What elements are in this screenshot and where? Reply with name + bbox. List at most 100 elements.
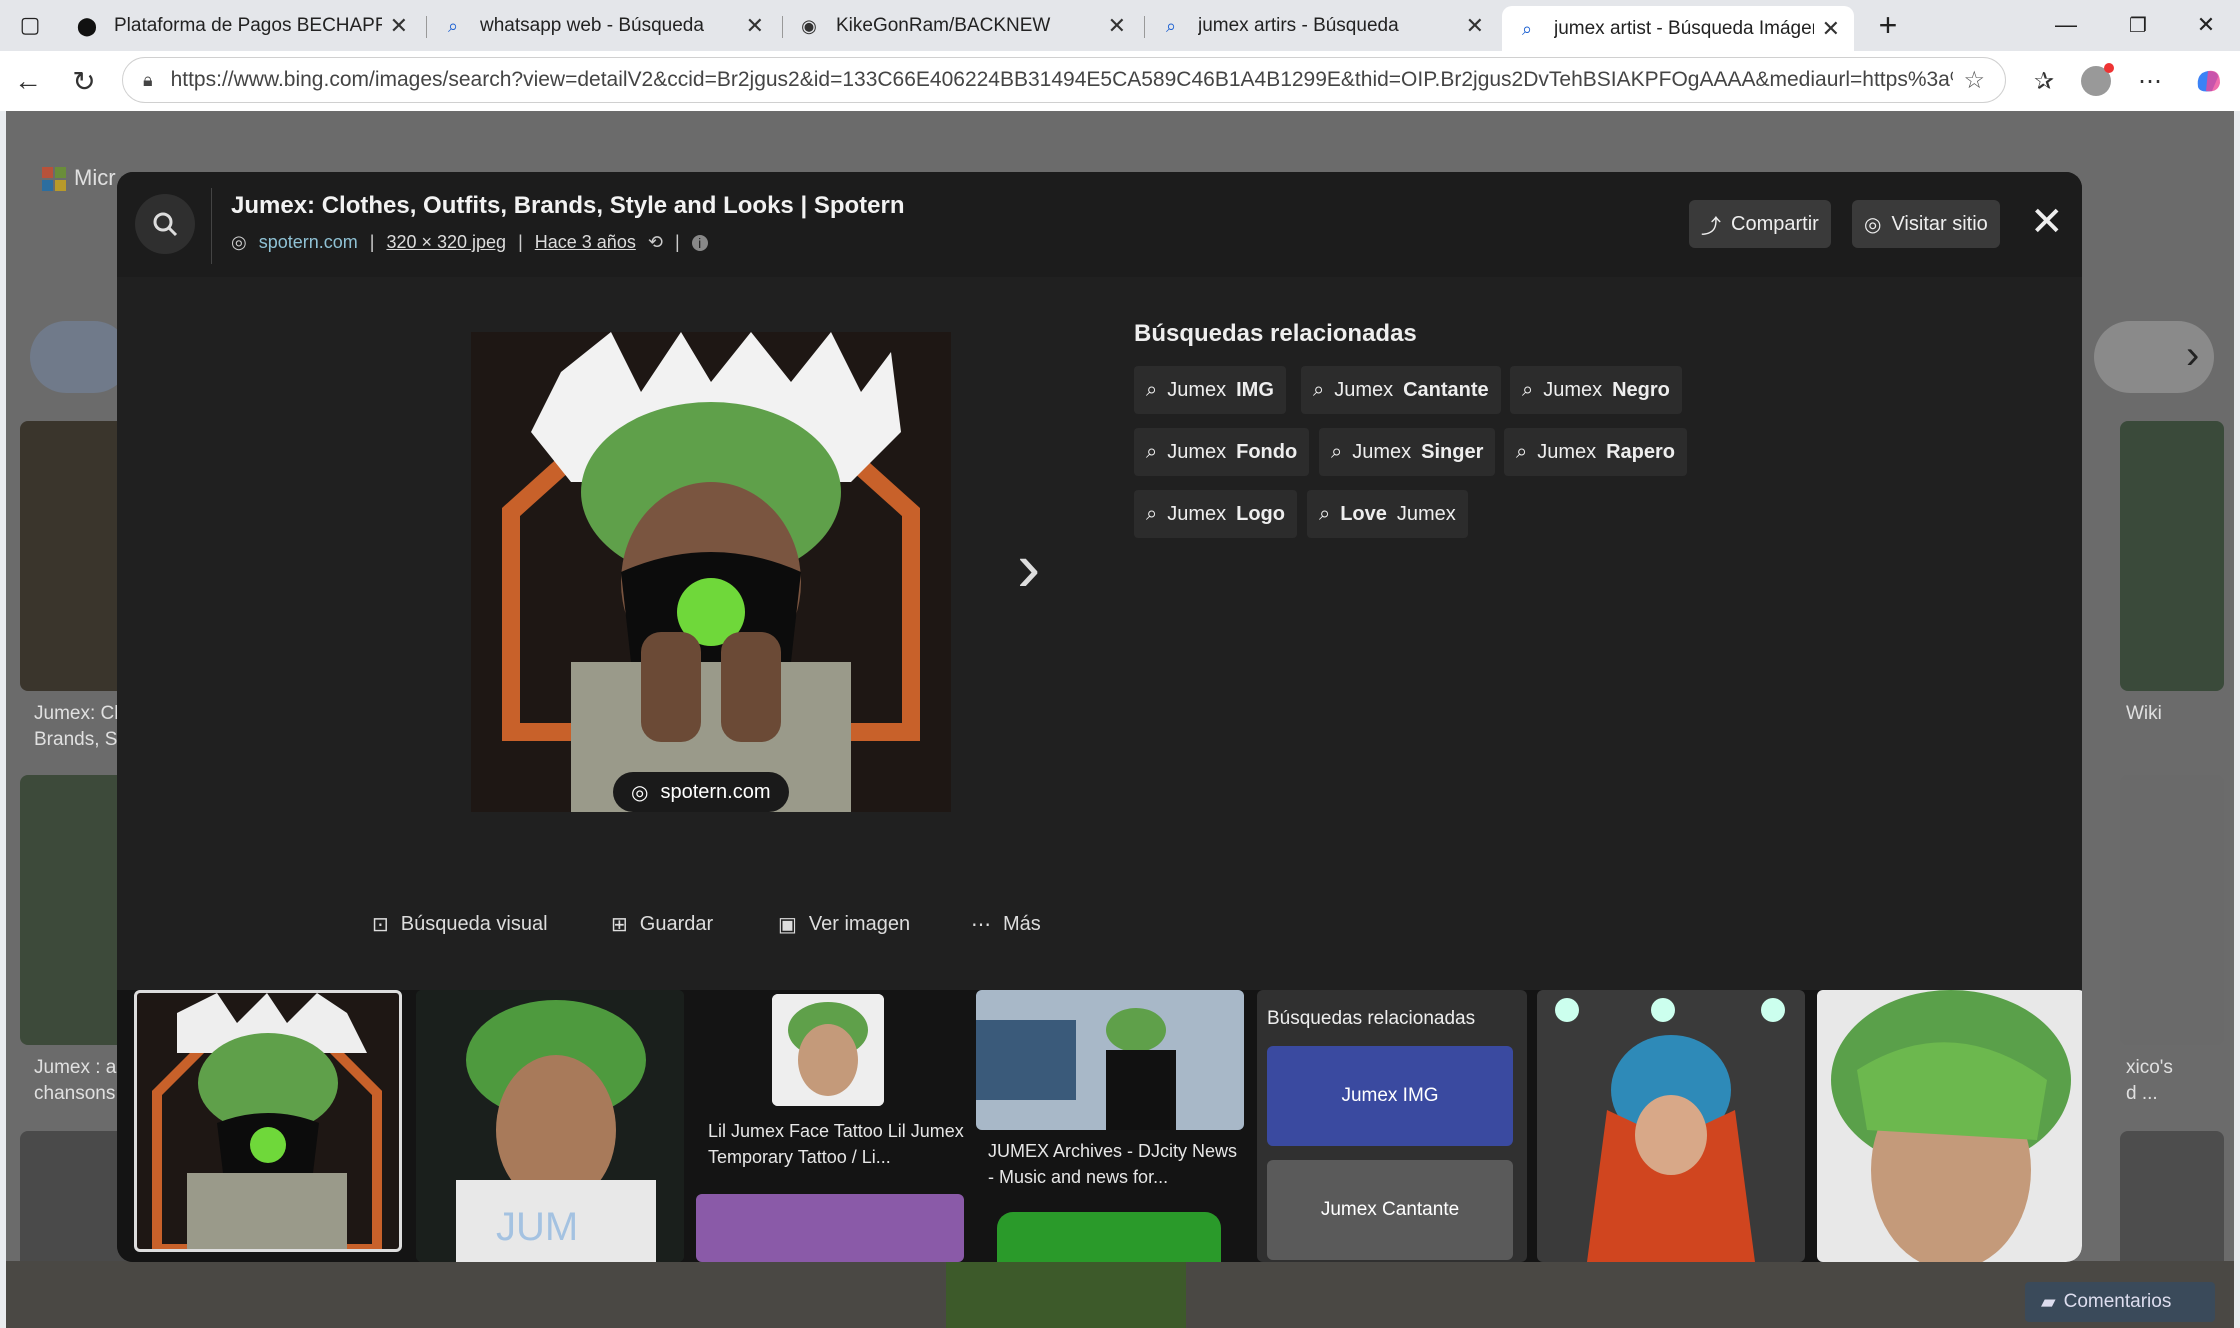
tab-jumex-artist[interactable]: ⌕ jumex artist - Búsqueda Imágenes ✕ [1502,6,1854,52]
visual-search-icon: ⊡ [372,914,389,936]
tab-bar: ▢ ⬤ Plataforma de Pagos BECHAPRA ✕ ⌕ wha… [0,0,2240,52]
thumbnail[interactable] [976,990,1244,1130]
chevron-right-icon[interactable]: › [2186,333,2199,378]
related-chip[interactable]: ⌕ Love Jumex [1307,490,1468,538]
related-chip[interactable]: ⌕ Jumex Rapero [1504,428,1688,476]
search-icon: ⌕ [1313,378,1325,401]
tab-label: Plataforma de Pagos BECHAPRA [114,15,382,36]
thumbnail-selected[interactable] [134,990,402,1252]
related-chip[interactable]: ⌕ Jumex IMG [1134,366,1286,414]
search-icon: ⌕ [1516,440,1528,463]
close-icon[interactable]: ✕ [1822,16,1840,42]
chip-bold: Logo [1236,502,1285,525]
back-button[interactable]: ← [10,63,46,99]
related-card-item[interactable]: Jumex IMG [1267,1046,1513,1146]
action-label: Guardar [639,913,714,935]
profile-avatar[interactable] [2078,63,2114,99]
chip-bold: Love [1340,502,1387,525]
age-link[interactable]: Hace 3 años [535,232,636,253]
more-button[interactable]: ⋯ Más [971,912,1041,937]
thumbnail[interactable] [1537,990,1805,1262]
search-icon[interactable] [135,194,195,254]
thumbnail[interactable] [772,994,884,1106]
close-icon[interactable]: ✕ [746,13,764,39]
new-tab-button[interactable]: + [1868,7,1908,43]
search-icon: ⌕ [1331,440,1343,463]
favorites-icon[interactable]: ✰ [2026,63,2062,99]
related-searches-card: Búsquedas relacionadas Jumex IMG Jumex C… [1257,990,1527,1262]
visual-search-button[interactable]: ⊡ Búsqueda visual [372,912,548,937]
related-chip[interactable]: ⌕ Jumex Negro [1510,366,1682,414]
copilot-icon[interactable] [2190,63,2226,99]
next-image-arrow-icon[interactable]: › [1017,532,1040,602]
chip-text: Jumex [1167,378,1227,401]
thumbnail[interactable]: JUM [416,990,684,1262]
chip-bold: Rapero [1606,440,1676,463]
thumbnail-caption[interactable]: Lil Jumex Face Tattoo Lil Jumex Temporar… [708,1118,968,1170]
close-icon[interactable]: ✕ [1108,13,1126,39]
action-label: Búsqueda visual [400,913,548,935]
related-chip[interactable]: ⌕ Jumex Fondo [1134,428,1310,476]
thumbnail[interactable] [1817,990,2082,1262]
search-icon: ⌕ [1165,15,1177,36]
bg-caption: Wiki [2126,703,2162,724]
bg-caption: Jumex: Cl [34,703,119,724]
comments-label: Comentarios [2063,1291,2172,1312]
close-icon[interactable]: ✕ [390,13,408,39]
microsoft-logo-icon [42,167,66,191]
visit-site-button[interactable]: ◎ Visitar sitio [1852,200,2000,248]
tab-whatsapp[interactable]: ⌕ whatsapp web - Búsqueda ✕ [428,6,778,46]
restore-button[interactable]: ❐ [2118,8,2158,42]
related-chip[interactable]: ⌕ Jumex Cantante [1301,366,1501,414]
chip-text: Jumex [1167,440,1227,463]
related-card-title: Búsquedas relacionadas [1267,1008,1476,1029]
save-icon: ⊞ [611,914,628,936]
chip-bold: Singer [1421,440,1484,463]
tab-jumex-artirs[interactable]: ⌕ jumex artirs - Búsqueda ✕ [1146,6,1498,46]
close-icon[interactable]: ✕ [2030,202,2064,242]
chip-bold: Cantante [1403,378,1489,401]
related-card-item[interactable]: Jumex Cantante [1267,1160,1513,1260]
tab-github[interactable]: ◉ KikeGonRam/BACKNEW ✕ [784,6,1140,46]
thumbnail[interactable] [997,1212,1221,1262]
related-card-label: Jumex IMG [1341,1085,1439,1106]
chip-text: Jumex [1543,378,1603,401]
thumbnail[interactable] [696,1194,964,1262]
close-icon[interactable]: ✕ [1466,13,1484,39]
chip-text: Jumex [1352,440,1412,463]
favorite-star-icon[interactable]: ☆ [1963,66,1985,95]
address-bar[interactable]: 🔒︎ https://www.bing.com/images/search?vi… [122,57,2006,103]
comments-button[interactable]: ▰ Comentarios [2025,1282,2215,1322]
search-icon: ⌕ [1319,502,1331,525]
bg-caption: Brands, St [34,729,123,750]
tab-actions-icon[interactable]: ▢ [10,8,50,42]
refresh-button[interactable]: ↻ [66,63,102,99]
more-dots-icon: ⋯ [971,914,991,936]
source-link[interactable]: spotern.com [259,232,358,253]
minimize-button[interactable]: — [2046,8,2086,42]
share-icon: ⤴ [1701,215,1721,238]
bg-caption: Jumex : a [34,1057,117,1078]
url-text[interactable]: https://www.bing.com/images/search?view=… [171,68,1954,92]
view-image-button[interactable]: ▣ Ver imagen [778,912,910,937]
related-chip[interactable]: ⌕ Jumex Singer [1319,428,1496,476]
share-button[interactable]: ⤴ Compartir [1689,200,1831,248]
more-menu-icon[interactable]: ⋯ [2132,63,2168,99]
chip-text: Jumex [1334,378,1394,401]
info-icon[interactable]: i [691,234,708,251]
related-card-label: Jumex Cantante [1320,1199,1460,1220]
globe-icon: ◎ [1864,213,1882,236]
main-image[interactable]: ◎ spotern.com [471,332,951,812]
search-icon: ⌕ [1522,378,1534,401]
toolbar: ← ↻ 🔒︎ https://www.bing.com/images/searc… [0,51,2240,111]
action-label: Más [1003,913,1041,935]
image-title[interactable]: Jumex: Clothes, Outfits, Brands, Style a… [231,192,905,220]
thumbnail-caption[interactable]: JUMEX Archives - DJcity News - Music and… [988,1138,1238,1190]
tab-plataforma[interactable]: ⬤ Plataforma de Pagos BECHAPRA ✕ [62,6,422,46]
search-icon: ⌕ [1146,440,1158,463]
related-chip[interactable]: ⌕ Jumex Logo [1134,490,1297,538]
dimensions-link[interactable]: 320 × 320 jpeg [386,232,506,253]
image-source-pill[interactable]: ◎ spotern.com [613,772,789,812]
save-button[interactable]: ⊞ Guardar [611,912,713,937]
close-window-button[interactable]: ✕ [2186,8,2226,42]
